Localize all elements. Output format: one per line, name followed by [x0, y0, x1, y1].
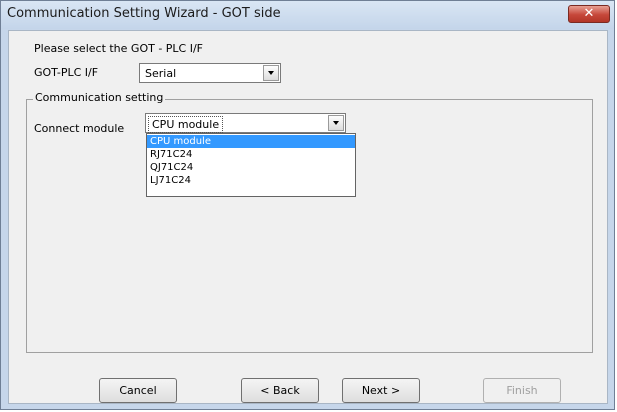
dropdown-option[interactable]: LJ71C24: [147, 174, 355, 187]
window-title: Communication Setting Wizard - GOT side: [7, 6, 281, 21]
interface-prompt: Please select the GOT - PLC I/F: [34, 42, 204, 55]
back-button[interactable]: < Back: [241, 378, 319, 403]
dialog-body: Please select the GOT - PLC I/F GOT-PLC …: [8, 30, 608, 404]
got-plc-if-value: Serial: [145, 67, 177, 80]
chevron-down-icon[interactable]: [263, 65, 279, 81]
title-bar[interactable]: Communication Setting Wizard - GOT side …: [1, 1, 614, 29]
connect-module-select[interactable]: CPU module: [145, 113, 346, 133]
next-button[interactable]: Next >: [342, 378, 420, 403]
interface-label: GOT-PLC I/F: [34, 66, 99, 79]
connect-module-label: Connect module: [34, 122, 125, 135]
group-title: Communication setting: [33, 91, 166, 104]
connect-module-value: CPU module: [148, 116, 224, 133]
cancel-button[interactable]: Cancel: [99, 378, 177, 403]
dropdown-option[interactable]: CPU module: [147, 135, 355, 148]
wizard-window: Communication Setting Wizard - GOT side …: [0, 0, 615, 410]
finish-button[interactable]: Finish: [483, 378, 561, 403]
connect-module-dropdown: CPU module RJ71C24 QJ71C24 LJ71C24: [146, 133, 356, 197]
close-icon: ✕: [583, 6, 595, 21]
chevron-down-icon[interactable]: [328, 115, 344, 131]
got-plc-if-select[interactable]: Serial: [139, 63, 281, 83]
dropdown-option[interactable]: QJ71C24: [147, 161, 355, 174]
dropdown-option[interactable]: RJ71C24: [147, 148, 355, 161]
close-button[interactable]: ✕: [568, 5, 610, 23]
